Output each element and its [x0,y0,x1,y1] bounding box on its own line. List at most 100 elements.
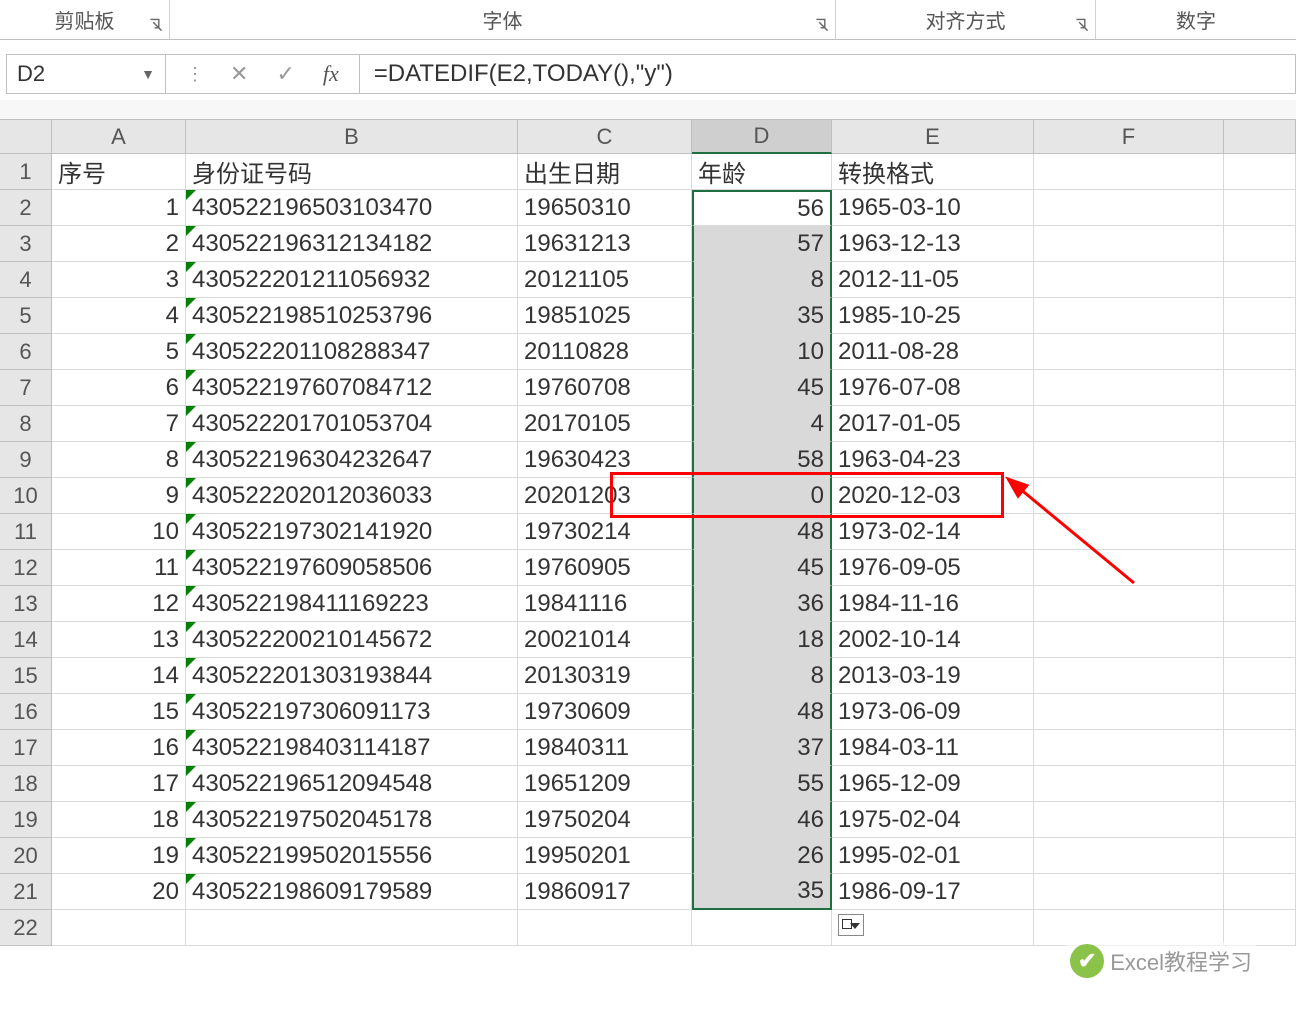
cell-B17[interactable]: 430522198403114187 [186,730,518,766]
cell-B14[interactable]: 430522200210145672 [186,622,518,658]
cell-F14[interactable] [1034,622,1224,658]
cell-B15[interactable]: 430522201303193844 [186,658,518,694]
cell-D22[interactable] [692,910,832,946]
cell-A22[interactable] [52,910,186,946]
cell-D12[interactable]: 45 [692,550,832,586]
enter-button[interactable]: ✓ [276,61,294,87]
cell-G13[interactable] [1224,586,1296,622]
cell-D4[interactable]: 8 [692,262,832,298]
cell-F20[interactable] [1034,838,1224,874]
cell-B21[interactable]: 430522198609179589 [186,874,518,910]
cell-C3[interactable]: 19631213 [518,226,692,262]
cell-A21[interactable]: 20 [52,874,186,910]
cell-D10[interactable]: 0 [692,478,832,514]
row-header-16[interactable]: 16 [0,694,52,730]
cell-C19[interactable]: 19750204 [518,802,692,838]
cell-B9[interactable]: 430522196304232647 [186,442,518,478]
cell-C2[interactable]: 19650310 [518,190,692,226]
col-header-B[interactable]: B [186,120,518,154]
cell-G11[interactable] [1224,514,1296,550]
cell-C1[interactable]: 出生日期 [518,154,692,190]
row-header-6[interactable]: 6 [0,334,52,370]
row-header-10[interactable]: 10 [0,478,52,514]
col-header-D[interactable]: D [692,120,832,154]
cell-C22[interactable] [518,910,692,946]
cell-F10[interactable] [1034,478,1224,514]
row-header-22[interactable]: 22 [0,910,52,946]
row-header-3[interactable]: 3 [0,226,52,262]
cell-F16[interactable] [1034,694,1224,730]
cell-E4[interactable]: 2012-11-05 [832,262,1034,298]
cell-C4[interactable]: 20121105 [518,262,692,298]
cell-B11[interactable]: 430522197302141920 [186,514,518,550]
cell-C8[interactable]: 20170105 [518,406,692,442]
cell-D20[interactable]: 26 [692,838,832,874]
cell-G19[interactable] [1224,802,1296,838]
cell-D1[interactable]: 年龄 [692,154,832,190]
cell-A18[interactable]: 17 [52,766,186,802]
cell-D18[interactable]: 55 [692,766,832,802]
cell-A2[interactable]: 1 [52,190,186,226]
cell-A19[interactable]: 18 [52,802,186,838]
cell-B6[interactable]: 430522201108288347 [186,334,518,370]
cell-G7[interactable] [1224,370,1296,406]
cell-E12[interactable]: 1976-09-05 [832,550,1034,586]
col-header-A[interactable]: A [52,120,186,154]
cell-A4[interactable]: 3 [52,262,186,298]
cell-F4[interactable] [1034,262,1224,298]
cell-A10[interactable]: 9 [52,478,186,514]
select-all-corner[interactable] [0,120,52,154]
row-header-1[interactable]: 1 [0,154,52,190]
cell-G3[interactable] [1224,226,1296,262]
cell-E1[interactable]: 转换格式 [832,154,1034,190]
cell-E9[interactable]: 1963-04-23 [832,442,1034,478]
cell-E6[interactable]: 2011-08-28 [832,334,1034,370]
cell-B1[interactable]: 身份证号码 [186,154,518,190]
cell-G10[interactable] [1224,478,1296,514]
cell-D6[interactable]: 10 [692,334,832,370]
col-header-blank[interactable] [1224,120,1296,154]
cell-C20[interactable]: 19950201 [518,838,692,874]
cell-G21[interactable] [1224,874,1296,910]
dialog-launcher-icon[interactable] [815,18,829,35]
cell-C12[interactable]: 19760905 [518,550,692,586]
cell-A20[interactable]: 19 [52,838,186,874]
cell-E7[interactable]: 1976-07-08 [832,370,1034,406]
cell-A14[interactable]: 13 [52,622,186,658]
cell-E20[interactable]: 1995-02-01 [832,838,1034,874]
dialog-launcher-icon[interactable] [1075,18,1089,35]
ribbon-group-alignment[interactable]: 对齐方式 [836,0,1096,39]
cell-E11[interactable]: 1973-02-14 [832,514,1034,550]
cell-D19[interactable]: 46 [692,802,832,838]
cell-F8[interactable] [1034,406,1224,442]
cancel-button[interactable]: ✕ [230,61,248,87]
row-header-15[interactable]: 15 [0,658,52,694]
row-header-18[interactable]: 18 [0,766,52,802]
cell-A6[interactable]: 5 [52,334,186,370]
cell-A7[interactable]: 6 [52,370,186,406]
cell-E13[interactable]: 1984-11-16 [832,586,1034,622]
cell-C10[interactable]: 20201203 [518,478,692,514]
cell-G16[interactable] [1224,694,1296,730]
fx-button[interactable]: fx [323,61,339,87]
cell-E21[interactable]: 1986-09-17 [832,874,1034,910]
cell-G14[interactable] [1224,622,1296,658]
cell-E14[interactable]: 2002-10-14 [832,622,1034,658]
cell-D21[interactable]: 35 [692,874,832,910]
cell-F19[interactable] [1034,802,1224,838]
cell-D2[interactable]: 56 [692,190,832,226]
cell-F13[interactable] [1034,586,1224,622]
cell-D8[interactable]: 4 [692,406,832,442]
row-header-14[interactable]: 14 [0,622,52,658]
name-box[interactable]: D2 ▼ [6,54,166,94]
ribbon-group-number[interactable]: 数字 [1096,0,1296,39]
cell-G5[interactable] [1224,298,1296,334]
row-header-8[interactable]: 8 [0,406,52,442]
cell-B22[interactable] [186,910,518,946]
dialog-launcher-icon[interactable] [149,18,163,35]
cell-E8[interactable]: 2017-01-05 [832,406,1034,442]
autofill-options-icon[interactable] [838,914,864,936]
row-header-19[interactable]: 19 [0,802,52,838]
ribbon-group-font[interactable]: 字体 [170,0,836,39]
col-header-F[interactable]: F [1034,120,1224,154]
